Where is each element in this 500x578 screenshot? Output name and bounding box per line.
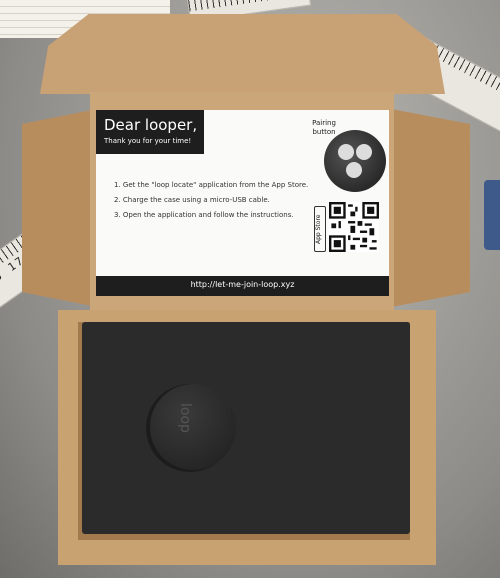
device-hole bbox=[356, 144, 372, 160]
box-lid-flap bbox=[40, 14, 445, 94]
foam-insert bbox=[82, 322, 410, 534]
card-header: Dear looper, Thank you for your time! bbox=[96, 110, 204, 154]
card-footer: http://let-me-join-loop.xyz bbox=[96, 276, 389, 296]
url-text: http://let-me-join-loop.xyz bbox=[190, 280, 295, 289]
box-right-flap bbox=[386, 108, 470, 308]
step-item: 1. Get the "loop locate" application fro… bbox=[114, 181, 309, 189]
device-hole bbox=[338, 144, 354, 160]
step-list: 1. Get the "loop locate" application fro… bbox=[114, 178, 308, 223]
card-subtitle: Thank you for your time! bbox=[104, 137, 192, 145]
step-item: 2. Charge the case using a micro-USB cab… bbox=[114, 196, 270, 204]
tracker-logo: loop bbox=[176, 403, 193, 433]
qr-code bbox=[329, 202, 379, 252]
instruction-card: Dear looper, Thank you for your time! Pa… bbox=[96, 110, 389, 296]
step-item: 3. Open the application and follow the i… bbox=[114, 211, 294, 219]
tracker-device bbox=[150, 384, 236, 470]
app-store-badge: App Store bbox=[314, 206, 326, 252]
device-illustration bbox=[324, 130, 386, 192]
device-hole bbox=[346, 162, 362, 178]
card-title: Dear looper, bbox=[104, 116, 198, 134]
blue-object bbox=[484, 180, 500, 250]
